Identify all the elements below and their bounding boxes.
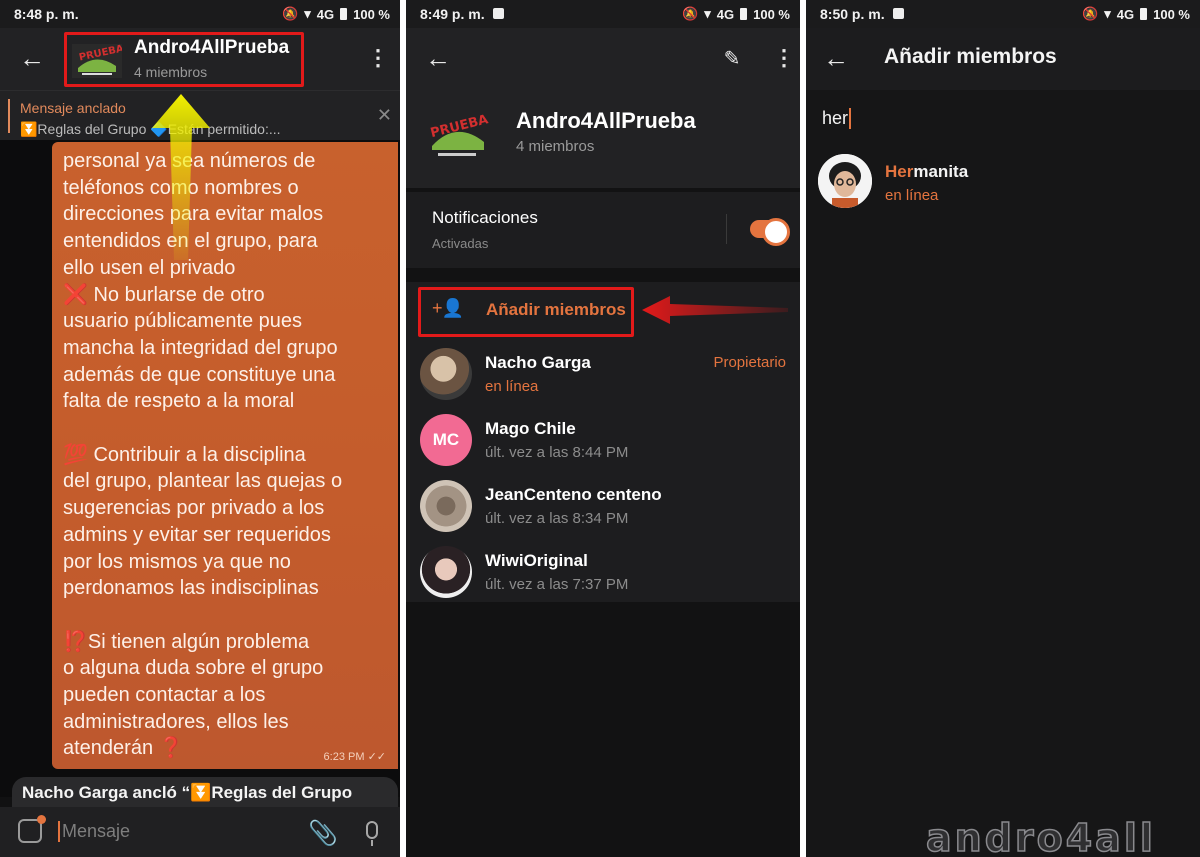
member-name: Mago Chile [485,419,576,438]
member-row[interactable]: JeanCenteno centeno últ. vez a las 8:34 … [406,472,800,538]
battery-icon [340,8,348,20]
notifications-toggle[interactable] [750,218,790,246]
wifi-icon: ▾ [1104,6,1111,21]
notifications-label: Notificaciones [432,208,538,227]
wifi-icon: ▾ [704,6,711,21]
more-options-icon[interactable]: ⋮ [772,44,796,72]
network-label: 4G [1116,6,1135,22]
status-time: 8:49 p. m. [420,6,682,22]
highlight-box [64,32,304,87]
member-avatar [420,348,472,400]
close-icon[interactable]: ✕ [377,105,392,126]
back-arrow-icon[interactable]: ← [822,44,850,72]
member-status: en línea [485,378,539,395]
message-text: personal ya sea números de teléfonos com… [63,150,343,760]
group-avatar[interactable]: PRUEBA [422,106,492,162]
image-notification-icon [892,8,904,19]
pinned-label: Mensaje anclado [20,100,126,116]
mute-icon: 🔕 [282,6,299,21]
group-member-count: 4 miembros [516,138,595,155]
member-row[interactable]: Nacho Garga en línea Propietario [406,340,800,406]
group-header: PRUEBA Andro4AllPrueba 4 miembros [406,90,800,188]
member-name: Nacho Garga [485,353,591,372]
member-row[interactable]: WiwiOriginal últ. vez a las 7:37 PM [406,538,800,604]
members-section: +👤 Añadir miembros Nacho Garga en línea … [406,282,800,602]
member-status: últ. vez a las 8:44 PM [485,444,629,461]
double-check-icon: ✓✓ [367,751,386,763]
status-time: 8:48 p. m. [14,6,79,22]
edit-pencil-icon[interactable]: ✎ [718,44,746,72]
battery-icon [740,8,748,20]
mute-icon: 🔕 [682,6,699,21]
group-info-screen: 8:49 p. m. 🔕 ▾ 4G 100 % ← ✎ ⋮ PRUEBA And… [406,0,800,857]
member-row[interactable]: MC Mago Chile últ. vez a las 8:44 PM [406,406,800,472]
group-info-appbar: ← ✎ ⋮ [406,28,800,90]
member-avatar [420,546,472,598]
message-input[interactable]: Mensaje [58,821,130,842]
image-notification-icon [492,8,504,19]
member-role: Propietario [713,354,786,371]
network-label: 4G [316,6,335,22]
notifications-state: Activadas [432,236,489,251]
member-status: últ. vez a las 7:37 PM [485,576,629,593]
battery-label: 100 % [753,6,790,22]
network-label: 4G [716,6,735,22]
battery-icon [1140,8,1148,20]
more-options-icon[interactable]: ⋮ [366,44,390,72]
yellow-arrow-annotation [152,94,210,260]
wifi-icon: ▾ [304,6,311,21]
watermark-logo: andro4all [925,815,1156,857]
microphone-icon[interactable] [366,821,378,846]
battery-label: 100 % [353,6,390,22]
notifications-row[interactable]: Notificaciones Activadas [406,192,800,268]
member-avatar-initials: MC [420,414,472,466]
group-name: Andro4AllPrueba [516,108,696,133]
contact-status: en línea [885,187,939,204]
message-input-bar: Mensaje 📎 [0,807,400,857]
member-avatar [420,480,472,532]
add-members-appbar: ← Añadir miembros [806,28,1200,90]
back-arrow-icon[interactable]: ← [18,44,46,72]
search-input[interactable]: her [822,108,852,129]
divider [726,214,727,244]
status-time: 8:50 p. m. [820,6,1082,22]
red-arrow-annotation [642,296,788,324]
member-name: JeanCenteno centeno [485,485,662,504]
contact-name: Hermanita [885,162,969,181]
status-bar: 8:49 p. m. 🔕 ▾ 4G 100 % [406,0,800,28]
add-members-screen: 8:50 p. m. 🔕 ▾ 4G 100 % ← Añadir miembro… [806,0,1200,857]
mute-icon: 🔕 [1082,6,1099,21]
highlight-box [418,287,634,337]
search-result-row[interactable]: Hermanita en línea [806,150,1200,214]
member-name: WiwiOriginal [485,551,588,570]
member-status: últ. vez a las 8:34 PM [485,510,629,527]
contact-avatar [818,154,872,208]
message-time: 6:23 PM ✓✓ [323,751,386,763]
page-title: Añadir miembros [884,45,1057,68]
status-bar: 8:50 p. m. 🔕 ▾ 4G 100 % [806,0,1200,28]
battery-label: 100 % [1153,6,1190,22]
chat-screen: 8:48 p. m. 🔕 ▾ 4G 100 % ← PRUEBA Andro4A… [0,0,400,857]
message-bubble[interactable]: personal ya sea números de teléfonos com… [52,142,398,769]
sticker-emoji-icon[interactable] [18,815,46,843]
service-message: Nacho Garga ancló “⏬Reglas del Grupo [12,777,398,807]
attach-icon[interactable]: 📎 [308,819,338,848]
pinned-accent-line [8,99,10,133]
status-bar: 8:48 p. m. 🔕 ▾ 4G 100 % [0,0,400,28]
back-arrow-icon[interactable]: ← [424,44,452,72]
